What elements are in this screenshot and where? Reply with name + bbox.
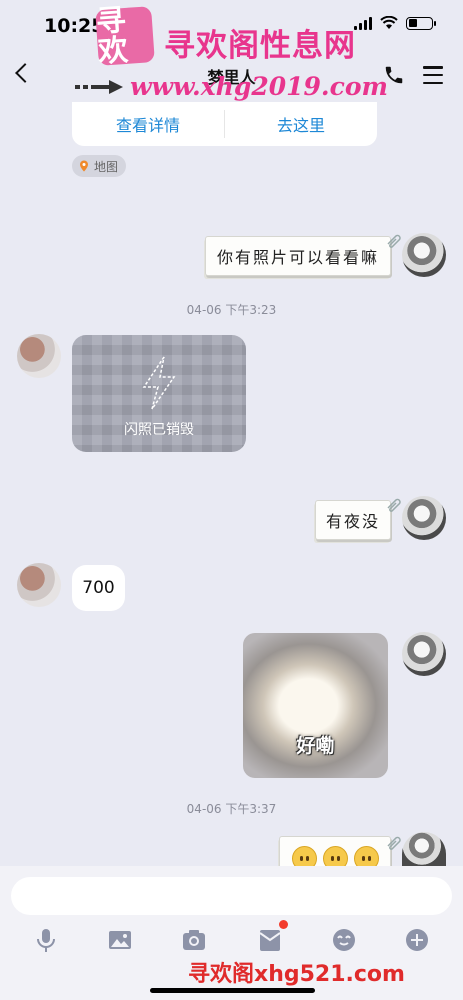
image-message[interactable]: 好嘞 bbox=[243, 633, 388, 778]
map-tag-label: 地图 bbox=[94, 159, 119, 174]
microphone-icon[interactable] bbox=[32, 926, 60, 954]
emoji-icon[interactable] bbox=[330, 926, 358, 954]
avatar[interactable] bbox=[402, 496, 446, 540]
location-card: 查看详情 去这里 bbox=[72, 102, 377, 146]
wifi-icon bbox=[380, 16, 398, 29]
flash-photo-message[interactable]: 闪照已销毁 bbox=[72, 335, 246, 452]
battery-icon bbox=[406, 16, 436, 30]
signal-icon bbox=[354, 16, 372, 30]
image-caption: 好嘞 bbox=[296, 735, 335, 757]
home-indicator bbox=[150, 988, 315, 993]
watermark-url: www.xhg2019.com bbox=[130, 72, 388, 101]
message-text: 你有照片可以看看嘛 bbox=[216, 248, 379, 267]
camera-icon[interactable] bbox=[180, 926, 208, 954]
watermark-arrow-icon bbox=[75, 80, 123, 94]
avatar[interactable] bbox=[402, 233, 446, 277]
location-pin-icon bbox=[80, 160, 88, 172]
message-bubble-incoming[interactable]: 700 bbox=[72, 565, 125, 611]
message-text: 有夜没 bbox=[325, 512, 380, 531]
avatar[interactable] bbox=[402, 832, 446, 866]
avatar[interactable] bbox=[17, 334, 61, 378]
red-packet-button[interactable] bbox=[256, 920, 288, 954]
view-details-button[interactable]: 查看详情 bbox=[72, 102, 224, 146]
timestamp: 04-06 下午3:23 bbox=[186, 303, 277, 317]
paperclip-icon bbox=[387, 498, 401, 512]
avatar[interactable] bbox=[402, 632, 446, 676]
message-bubble-outgoing[interactable]: 你有照片可以看看嘛 bbox=[205, 236, 391, 276]
paperclip-icon bbox=[387, 836, 401, 850]
watermark-logo: 寻欢 bbox=[95, 3, 155, 70]
lightning-icon bbox=[142, 356, 176, 410]
plus-icon[interactable] bbox=[403, 926, 431, 954]
map-tag[interactable]: 地图 bbox=[72, 155, 127, 177]
red-packet-icon bbox=[259, 930, 281, 951]
image-icon[interactable] bbox=[106, 926, 134, 954]
paperclip-icon bbox=[387, 234, 401, 248]
timestamp: 04-06 下午3:37 bbox=[186, 802, 277, 816]
message-bubble-outgoing[interactable]: 有夜没 bbox=[315, 500, 391, 540]
flash-photo-status: 闪照已销毁 bbox=[124, 422, 194, 438]
navigate-here-button[interactable]: 去这里 bbox=[225, 102, 377, 146]
menu-icon[interactable] bbox=[423, 66, 443, 84]
message-text: 700 bbox=[82, 578, 115, 598]
avatar[interactable] bbox=[17, 563, 61, 607]
status-icons bbox=[354, 16, 436, 30]
composer-toolbar bbox=[0, 920, 463, 956]
watermark-title: 寻欢阁性息网 bbox=[164, 28, 356, 64]
notification-dot bbox=[279, 920, 288, 929]
message-input[interactable] bbox=[11, 877, 452, 915]
watermark-footer: 寻欢阁xhg521.com bbox=[188, 962, 405, 987]
